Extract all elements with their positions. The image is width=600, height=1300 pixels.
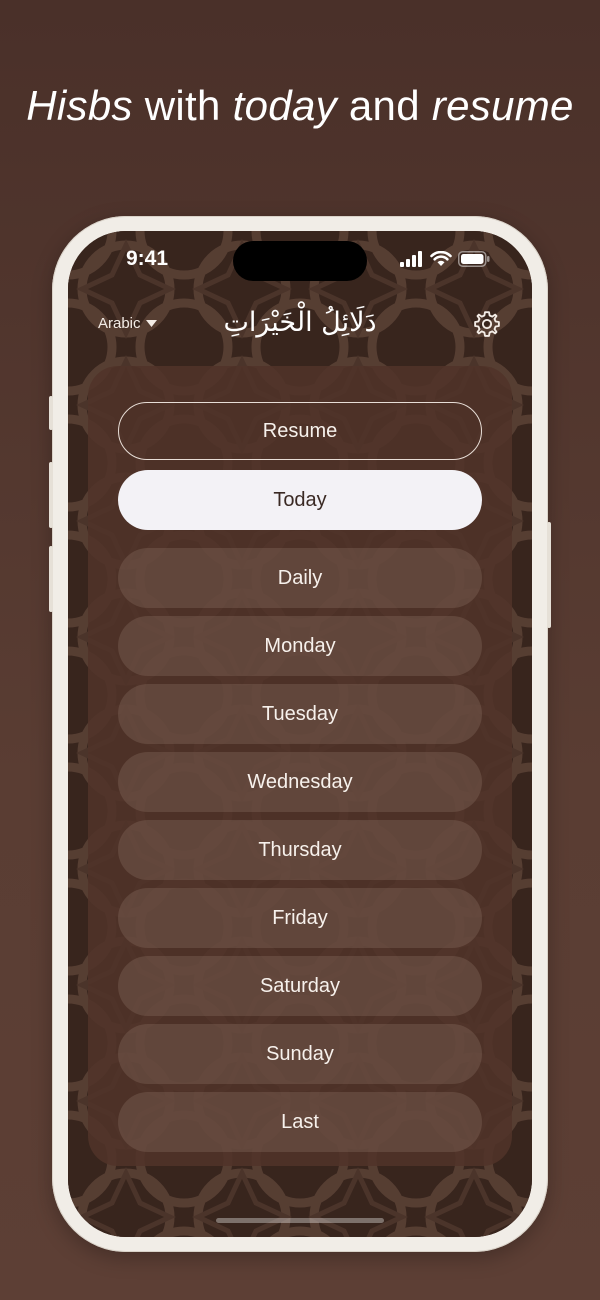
day-button-monday[interactable]: Monday [118,616,482,676]
language-selector[interactable]: Arabic [98,315,157,332]
day-label: Saturday [259,974,341,997]
home-indicator [216,1218,384,1223]
caret-down-icon [145,319,157,327]
language-label: Arabic [98,315,141,332]
volume-up-button [49,462,53,528]
day-button-thursday[interactable]: Thursday [118,820,482,880]
wifi-icon [430,251,452,266]
phone-frame: 9:41 Arabic دَلَائِلُ الْخَيْرَاتِ Resum… [49,216,551,1252]
day-button-wednesday[interactable]: Wednesday [118,752,482,812]
resume-button[interactable]: Resume [118,402,482,460]
day-label: Last [281,1110,319,1133]
day-label: Wednesday [247,770,353,793]
settings-button[interactable] [472,309,502,344]
day-label: Daily [277,566,323,589]
today-label: Today [273,488,327,511]
resume-label: Resume [262,419,338,442]
day-label: Tuesday [262,702,338,725]
hisb-button-list: Resume Today Daily Monday Tuesday Wednes… [118,402,482,1160]
dynamic-island [233,241,367,281]
day-button-last[interactable]: Last [118,1092,482,1152]
phone-screen: 9:41 Arabic دَلَائِلُ الْخَيْرَاتِ Resum… [68,231,532,1237]
status-time: 9:41 [126,247,169,270]
today-button[interactable]: Today [118,470,482,530]
day-button-tuesday[interactable]: Tuesday [118,684,482,744]
headline-with: with [132,82,233,129]
headline-hisbs: Hisbs [26,82,133,129]
day-label: Friday [272,906,328,929]
battery-icon [458,251,490,267]
day-button-sunday[interactable]: Sunday [118,1024,482,1084]
day-button-saturday[interactable]: Saturday [118,956,482,1016]
day-label: Thursday [258,838,342,861]
headline-today: today [232,82,337,129]
action-button [49,396,53,430]
status-icons [400,251,490,267]
day-label: Sunday [266,1042,334,1065]
headline: Hisbs with today and resume [0,82,600,130]
day-button-friday[interactable]: Friday [118,888,482,948]
day-label: Monday [264,634,336,657]
gear-icon [474,311,500,337]
app-title: دَلَائِلُ الْخَيْرَاتِ [223,307,377,338]
headline-resume: resume [431,82,574,129]
power-button [547,522,551,628]
headline-and: and [336,82,432,129]
volume-down-button [49,546,53,612]
day-button-daily[interactable]: Daily [118,548,482,608]
signal-icon [400,251,422,267]
